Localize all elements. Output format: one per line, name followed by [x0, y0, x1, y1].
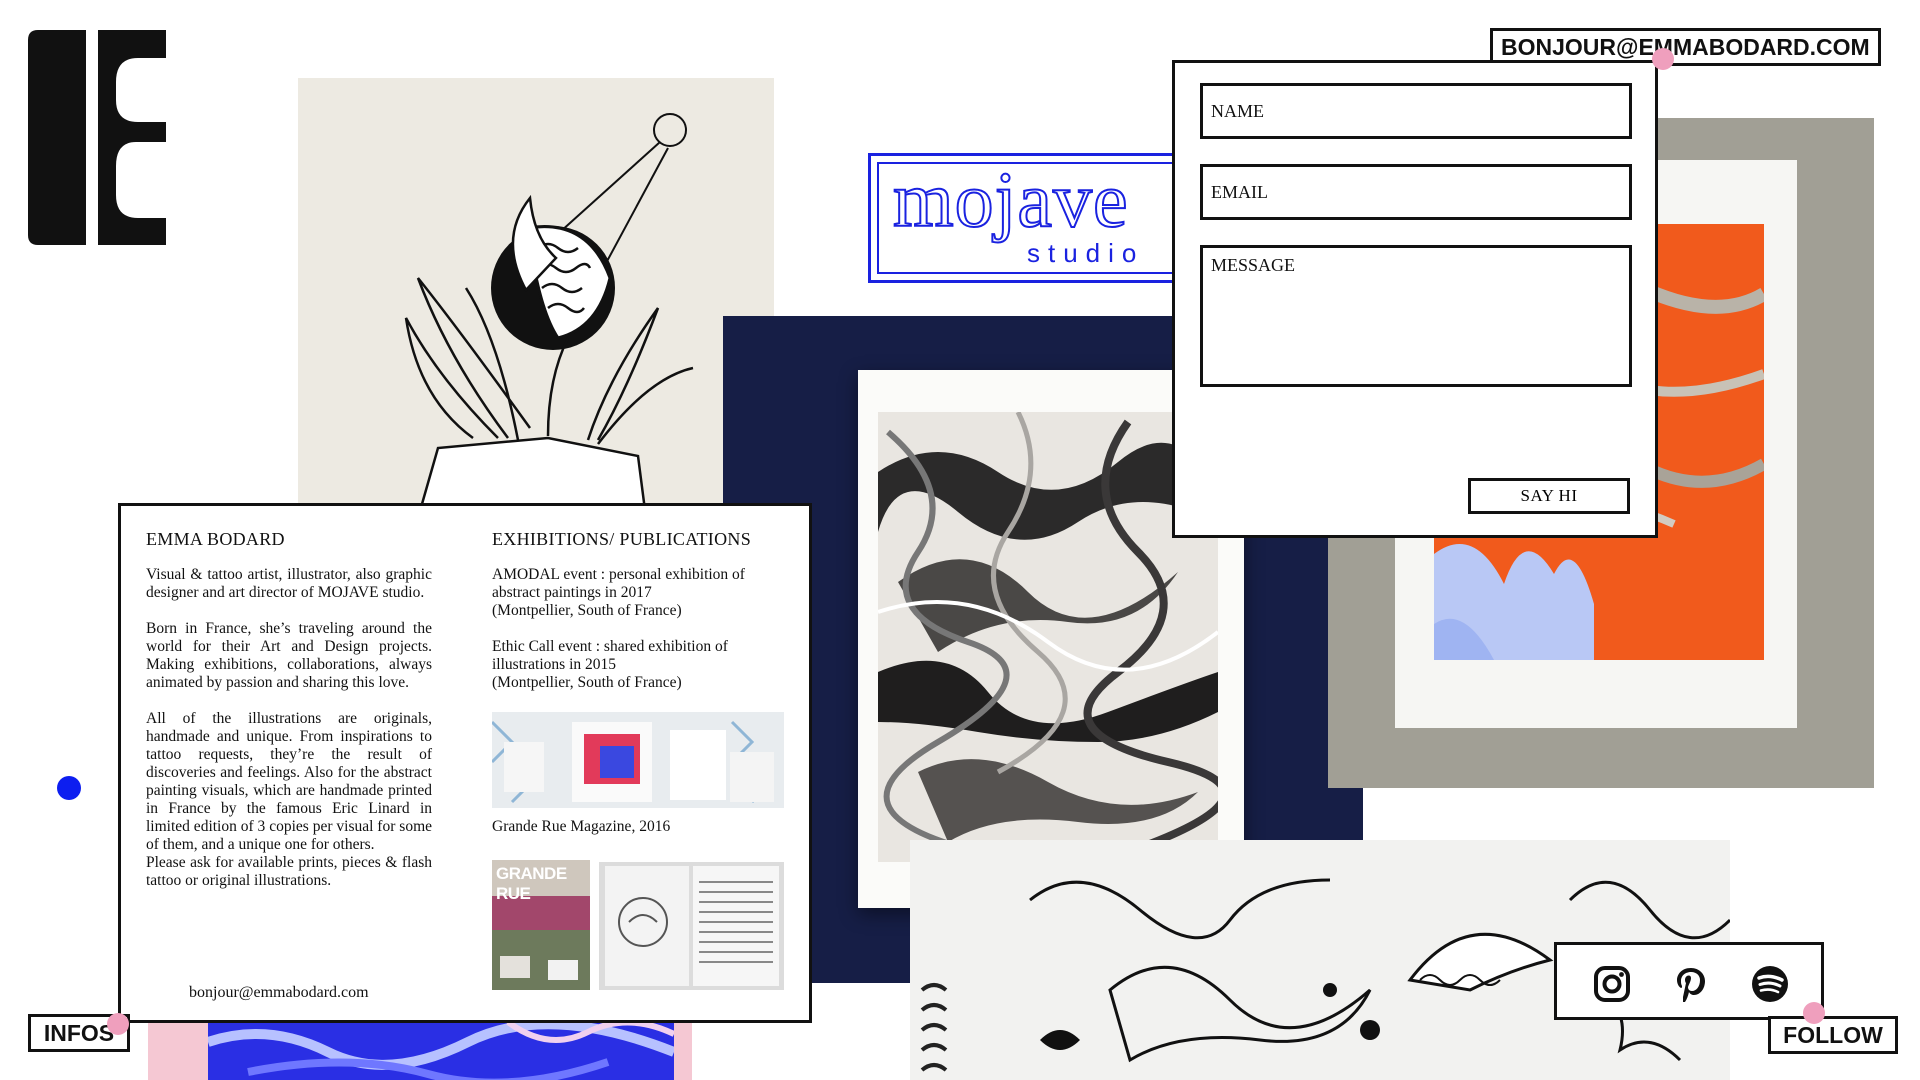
info-card: EMMA BODARD Visual & tattoo artist, illu… [118, 503, 812, 1023]
social-links [1554, 942, 1824, 1020]
exhibition-photo[interactable] [492, 712, 784, 808]
contact-form: SAY HI [1172, 60, 1658, 538]
name-field[interactable] [1200, 83, 1632, 139]
spotify-icon[interactable] [1751, 965, 1789, 1003]
pink-dot [1652, 48, 1674, 70]
magazine-cover-title: GRANDE RUE [496, 864, 567, 903]
mojave-word: mojave [892, 156, 1129, 243]
exhibitions-title: EXHIBITIONS/ PUBLICATIONS [492, 529, 751, 549]
logo[interactable] [28, 30, 168, 245]
bio-column: EMMA BODARD Visual & tattoo artist, illu… [146, 530, 432, 908]
exhibition-entry: Ethic Call event : shared exhibition of … [492, 638, 728, 691]
logo-b-icon [28, 30, 166, 245]
pink-dot [1803, 1002, 1825, 1024]
magazine-page[interactable] [599, 862, 784, 990]
mojave-subtitle: studio [1027, 238, 1145, 268]
mojave-studio-logo[interactable]: mojave studio [868, 153, 1190, 283]
blue-painting [208, 1022, 674, 1080]
instagram-icon[interactable] [1593, 965, 1631, 1003]
bio-paragraph: All of the illustrations are originals, … [146, 710, 432, 889]
say-hi-button[interactable]: SAY HI [1468, 478, 1630, 514]
marble-painting [878, 412, 1218, 862]
email-field[interactable] [1200, 164, 1632, 220]
pinterest-icon[interactable] [1672, 965, 1710, 1003]
message-field[interactable] [1200, 245, 1632, 387]
magazine-cover[interactable]: GRANDE RUE [492, 860, 590, 990]
publication-caption: Grande Rue Magazine, 2016 [492, 818, 671, 835]
blue-dot [57, 776, 81, 800]
bio-email-link[interactable]: bonjour@emmabodard.com [189, 984, 369, 1002]
exhibitions-column: EXHIBITIONS/ PUBLICATIONS AMODAL event :… [492, 530, 784, 710]
plant-illustration [298, 78, 774, 518]
artist-name: EMMA BODARD [146, 529, 285, 549]
bio-paragraph: Visual & tattoo artist, illustrator, als… [146, 566, 432, 601]
bio-paragraph: Born in France, she’s traveling around t… [146, 620, 432, 691]
follow-button[interactable]: FOLLOW [1768, 1016, 1898, 1054]
exhibition-entry: AMODAL event : personal exhibition of ab… [492, 566, 745, 619]
pink-dot [107, 1013, 129, 1035]
